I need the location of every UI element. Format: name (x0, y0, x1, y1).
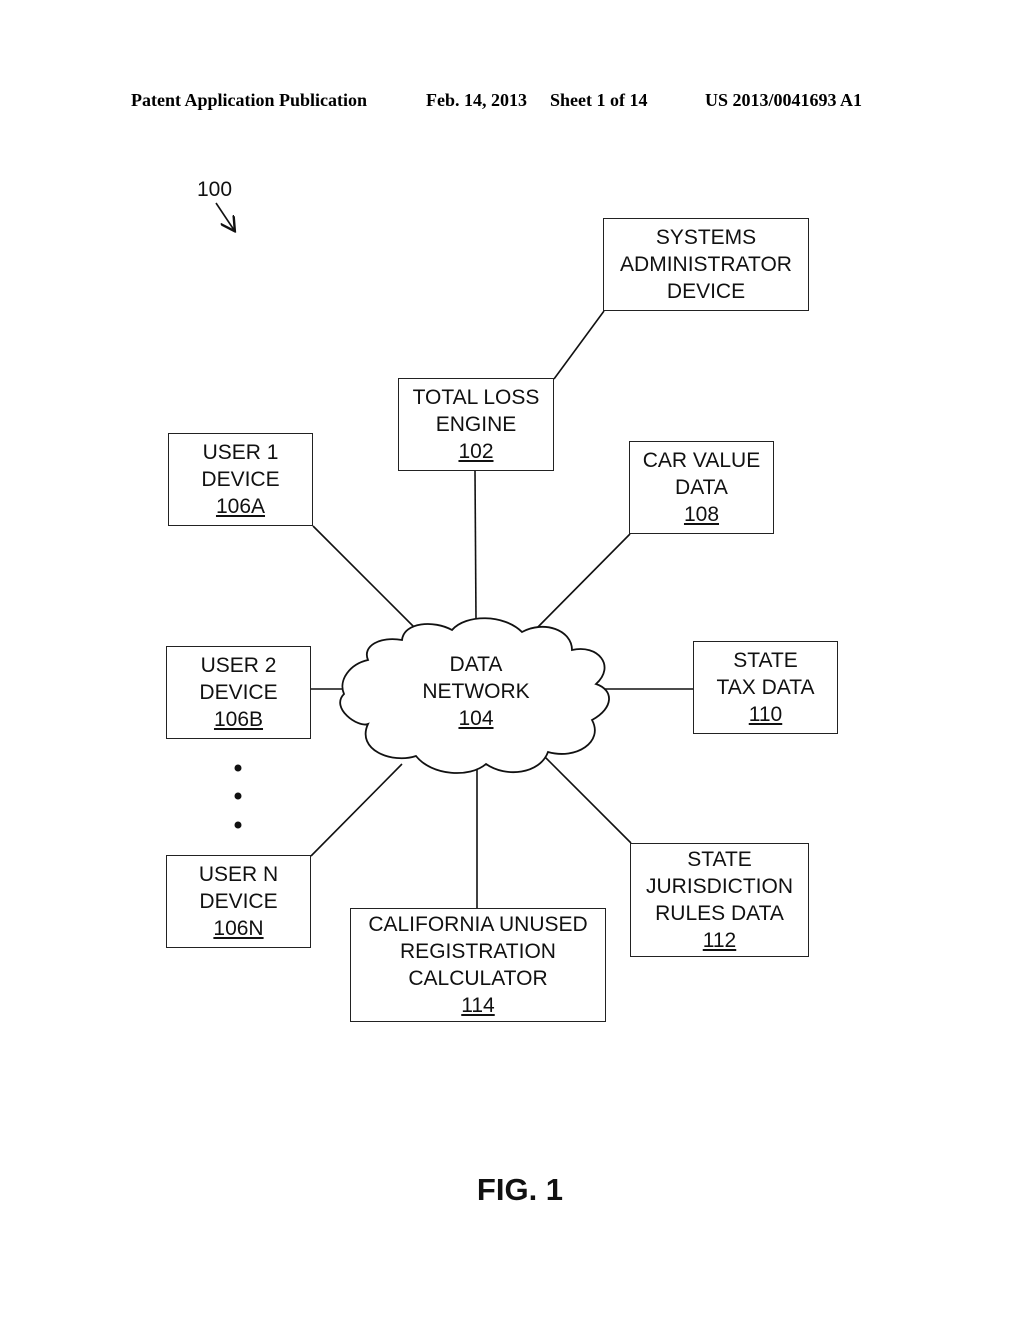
connector-user1-network (312, 525, 421, 634)
user-1-device-box: USER 1 DEVICE 106A (168, 433, 313, 526)
node-label: ENGINE (435, 413, 517, 436)
node-ref: 112 (702, 929, 737, 952)
node-label: CALCULATOR (408, 967, 548, 990)
node-label: USER 1 (202, 441, 279, 464)
node-ref: 102 (458, 440, 494, 463)
node-label: NETWORK (422, 680, 530, 703)
ellipsis-dot (234, 821, 242, 829)
node-label: ADMINISTRATOR (620, 253, 792, 276)
total-loss-engine-box: TOTAL LOSS ENGINE 102 (398, 378, 554, 471)
node-label: DEVICE (199, 681, 278, 704)
connector-engine-network (474, 470, 477, 621)
node-label: USER N (198, 863, 279, 886)
node-label: REGISTRATION (400, 940, 556, 963)
node-label: STATE (687, 848, 752, 871)
node-label: SYSTEMS (655, 226, 757, 249)
node-ref: 106A (215, 495, 266, 518)
node-label: DATA (675, 476, 728, 499)
state-jurisdiction-rules-data-box: STATE JURISDICTION RULES DATA 112 (630, 843, 809, 957)
state-tax-data-box: STATE TAX DATA 110 (693, 641, 838, 734)
ref-arrow (215, 202, 234, 230)
node-label: DEVICE (199, 890, 278, 913)
node-label: JURISDICTION (646, 875, 793, 898)
figure-ref-label: 100 (197, 178, 233, 201)
connector-sysadmin-engine (553, 310, 605, 380)
car-value-data-box: CAR VALUE DATA 108 (629, 441, 774, 534)
user-2-device-box: USER 2 DEVICE 106B (166, 646, 311, 739)
node-ref: 114 (461, 994, 495, 1017)
node-label: CALIFORNIA UNUSED (368, 913, 588, 936)
data-network-label: DATA NETWORK 104 (400, 651, 552, 732)
node-ref: 104 (458, 707, 494, 730)
connector-carvalue-network (532, 533, 631, 633)
node-ref: 110 (748, 703, 783, 726)
node-label: CAR VALUE (642, 449, 761, 472)
user-n-device-box: USER N DEVICE 106N (166, 855, 311, 948)
figure-caption: FIG. 1 (476, 1172, 564, 1207)
systems-administrator-device-box: SYSTEMS ADMINISTRATOR DEVICE (603, 218, 809, 311)
connector-staterules-network (539, 751, 632, 844)
ellipsis-dot (234, 792, 242, 800)
california-unused-registration-calculator-box: CALIFORNIA UNUSED REGISTRATION CALCULATO… (350, 908, 606, 1022)
node-label: TOTAL LOSS (412, 386, 540, 409)
node-ref: 106B (213, 708, 264, 731)
node-label: TAX DATA (716, 676, 815, 699)
node-label: DEVICE (201, 468, 280, 491)
node-label: RULES DATA (655, 902, 784, 925)
ellipsis-dot (234, 764, 242, 772)
node-ref: 108 (683, 503, 720, 526)
node-ref: 106N (213, 917, 264, 940)
node-label: USER 2 (200, 654, 277, 677)
node-label: DATA (449, 653, 503, 676)
node-label: DEVICE (666, 280, 746, 303)
connector-usern-network (310, 763, 403, 857)
node-label: STATE (733, 649, 798, 672)
